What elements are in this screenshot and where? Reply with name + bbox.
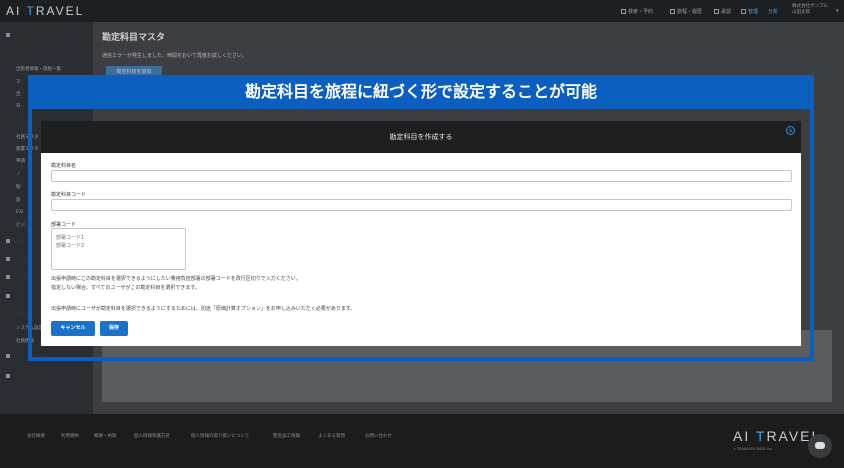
invoice-icon <box>6 257 10 261</box>
dept-code-label: 部署コード <box>51 222 77 228</box>
chart-icon <box>6 374 10 378</box>
sidebar-sub-item[interactable]: 申請 <box>16 158 25 164</box>
footer-link[interactable]: 個人情報保護方針 <box>134 433 170 439</box>
logo-accent: T <box>26 4 36 18</box>
chevron-down-icon[interactable]: ▾ <box>836 8 839 14</box>
account-code-label: 勘定科目コード <box>51 192 87 198</box>
chat-icon[interactable] <box>808 434 832 458</box>
page-title: 勘定科目マスタ <box>102 33 166 43</box>
feature-banner: 勘定科目を旅程に紐づく形で設定することが可能 <box>28 75 814 109</box>
footer-link[interactable]: よくある質問 <box>318 433 345 439</box>
error-note: 通信エラーが発生しました。時間をおいて再度お試しください。 <box>102 53 247 59</box>
dept-code-placeholder-line: 部署コード2 <box>56 243 85 249</box>
dept-code-textarea[interactable]: 部署コード1 部署コード2 <box>51 228 186 270</box>
search-icon <box>621 9 626 14</box>
sidebar-label: 一覧 <box>11 52 23 58</box>
chevron-down-icon: ˅ <box>6 51 9 57</box>
nav-analysis[interactable]: 分析 <box>768 8 778 15</box>
footer-link[interactable]: 個人情報の取り扱いについて <box>191 433 249 439</box>
footer-company: + TRANSFER DATA Inc. <box>733 447 773 451</box>
nav-manage-label: 管理 <box>748 9 759 15</box>
sidebar-item-spend[interactable]: 費用分析 <box>6 372 35 380</box>
nav-analysis-label: 分析 <box>768 9 779 15</box>
dashboard-icon <box>6 33 10 37</box>
help-text: 指定しない場合、すべてのユーザがこの勘定科目を選択できます。 <box>51 285 200 291</box>
account-name-label: 勘定科目名 <box>51 163 77 169</box>
sidebar-sub-item[interactable]: 出張者情報・旅程一覧 <box>16 66 61 72</box>
sidebar-label: 費用分析 <box>13 374 36 380</box>
help-text: 出張申請時にユーザが勘定科目を選択できるようにするためには、別途「原価計算オプシ… <box>51 306 356 312</box>
chevron-down-icon: ˅ <box>6 311 9 317</box>
user-name: 山田太郎 <box>792 10 810 15</box>
receipt-icon <box>6 275 10 279</box>
logo-suffix: RAVEL <box>35 4 85 18</box>
document-icon <box>670 9 675 14</box>
footer <box>0 414 844 468</box>
modal-title: 勘定科目を作成する <box>41 121 801 153</box>
sidebar-sub-item[interactable]: 出 <box>16 91 21 97</box>
sidebar-item-list[interactable]: ˅ 一覧 <box>6 50 23 58</box>
nav-search[interactable]: 検索・予約 <box>621 8 653 15</box>
sidebar-label: マスタ <box>11 120 29 126</box>
nav-search-label: 検索・予約 <box>628 9 654 15</box>
nav-history-label: 旅程・履歴 <box>677 9 703 15</box>
user-menu[interactable]: 株式会社サンプル 山田太郎 <box>792 4 828 16</box>
logo-prefix: AI <box>733 428 756 444</box>
nav-approval-label: 承認 <box>721 9 732 15</box>
sidebar-sub-item[interactable]: 旅 <box>16 197 21 203</box>
bell-icon <box>6 354 10 358</box>
sidebar-item-receipt[interactable]: 領収書 <box>6 273 30 281</box>
account-name-input[interactable] <box>51 170 792 182</box>
sidebar-item-dashboard[interactable]: ダッシュボード <box>6 31 52 39</box>
footer-link[interactable]: 利用規約 <box>61 433 79 439</box>
sidebar-item-billing[interactable]: 請求書 <box>6 255 30 263</box>
sidebar-sub-item[interactable]: 日 <box>16 103 21 109</box>
check-icon <box>714 9 719 14</box>
sidebar-sub-item[interactable]: ビジ <box>16 222 25 228</box>
sidebar-sub-item[interactable]: EXI <box>16 210 23 215</box>
sidebar-sub-item[interactable]: ノ <box>16 171 21 177</box>
footer-link[interactable]: 匿名加工情報 <box>273 433 300 439</box>
logo-accent: T <box>755 428 767 444</box>
chevron-down-icon: ˅ <box>6 119 9 125</box>
app-logo[interactable]: AI TRAVEL <box>6 4 84 18</box>
cancel-button[interactable]: キャンセル <box>51 321 95 336</box>
sidebar-sub-item[interactable]: 勘 <box>16 184 21 190</box>
nav-manage[interactable]: 管理 <box>741 8 758 15</box>
sidebar-item-master[interactable]: ˅ マスタ <box>6 118 28 126</box>
nav-history[interactable]: 旅程・履歴 <box>670 8 702 15</box>
clock-icon <box>6 294 10 298</box>
footer-link[interactable]: お問い合わせ <box>365 433 392 439</box>
save-button[interactable]: 保存 <box>100 321 128 336</box>
account-code-input[interactable] <box>51 199 792 211</box>
upload-icon <box>6 239 10 243</box>
logo-prefix: AI <box>6 4 27 18</box>
footer-link[interactable]: 会社概要 <box>27 433 45 439</box>
footer-link[interactable]: 概要・約款 <box>94 433 117 439</box>
nav-approval[interactable]: 承認 <box>714 8 731 15</box>
help-text: 出張申請時にこの勘定科目を選択できるようにしたい費用負担部署の部署コードを改行区… <box>51 276 301 282</box>
close-icon[interactable]: × <box>786 126 795 135</box>
sidebar-label: ダッシュボード <box>13 33 52 39</box>
chart-icon <box>741 9 746 14</box>
dept-code-placeholder-line: 部署コード1 <box>56 235 85 241</box>
sidebar-sub-item[interactable]: マ <box>16 79 21 85</box>
